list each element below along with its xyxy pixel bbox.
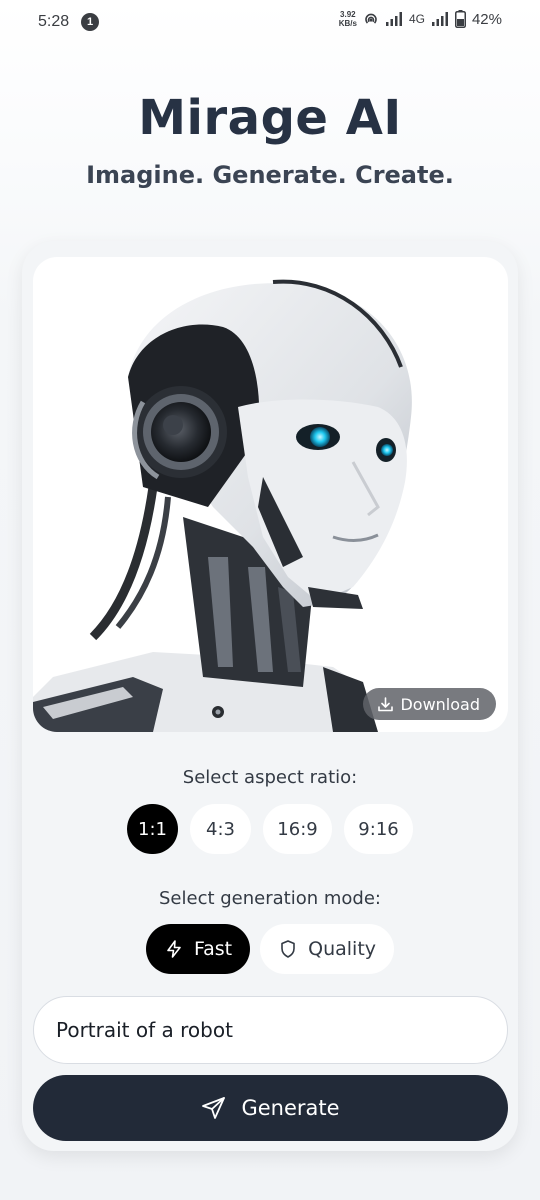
generate-button[interactable]: Generate <box>33 1075 508 1141</box>
mode-option-fast[interactable]: Fast <box>145 924 251 974</box>
aspect-option-1-1[interactable]: 1:1 <box>127 804 178 854</box>
generate-button-label: Generate <box>241 1096 340 1120</box>
aspect-option-16-9[interactable]: 16:9 <box>263 804 332 854</box>
download-button-label: Download <box>400 694 480 714</box>
prompt-input-value: Portrait of a robot <box>56 1018 233 1042</box>
prompt-input[interactable]: Portrait of a robot <box>33 996 508 1064</box>
mode-option-fast-label: Fast <box>193 938 233 960</box>
status-right-group: 3.92 KB/s 4G 42% <box>339 10 502 28</box>
app-title: Mirage AI <box>138 90 402 146</box>
send-icon <box>202 1097 226 1119</box>
signal-icon <box>385 12 402 26</box>
network-speed-value: 3.92 <box>340 10 356 19</box>
mode-option-quality[interactable]: Quality <box>260 924 395 974</box>
notification-badge: 1 <box>81 13 99 31</box>
network-speed-unit: KB/s <box>338 19 357 28</box>
aspect-ratio-label: Select aspect ratio: <box>182 767 358 788</box>
signal-icon-2 <box>431 12 448 26</box>
generation-mode-options: Fast Quality <box>0 924 540 974</box>
mode-option-quality-label: Quality <box>308 938 377 960</box>
lightning-icon <box>167 940 181 958</box>
network-type: 4G <box>408 12 425 26</box>
app-tagline: Imagine. Generate. Create. <box>86 161 454 189</box>
status-bar: 5:28 1 3.92 KB/s 4G 42% <box>0 0 540 44</box>
battery-percent: 42% <box>471 10 502 28</box>
aspect-option-9-16[interactable]: 9:16 <box>344 804 413 854</box>
robot-portrait-image <box>33 279 412 732</box>
hotspot-icon <box>365 13 377 24</box>
shield-icon <box>281 940 295 958</box>
generated-image: Download <box>33 257 508 732</box>
generation-mode-label: Select generation mode: <box>159 888 381 909</box>
download-button[interactable]: Download <box>363 688 496 720</box>
status-time: 5:28 <box>38 13 70 30</box>
download-icon <box>378 696 394 711</box>
aspect-option-4-3[interactable]: 4:3 <box>190 804 251 854</box>
battery-icon <box>454 10 466 28</box>
network-speed: 3.92 KB/s <box>339 10 357 28</box>
aspect-ratio-options: 1:1 4:3 16:9 9:16 <box>0 804 540 854</box>
